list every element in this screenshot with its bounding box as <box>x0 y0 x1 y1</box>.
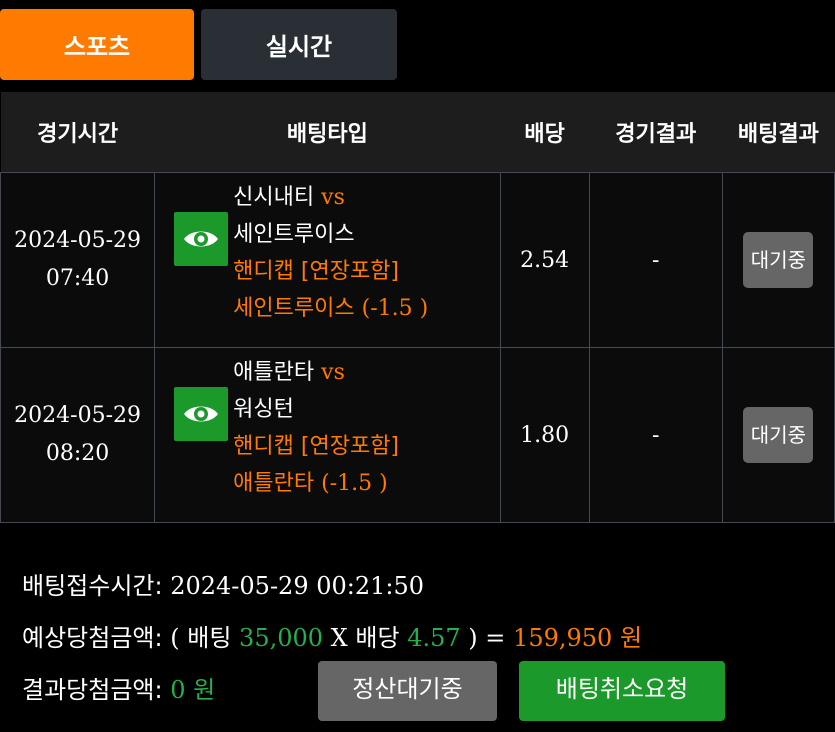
away-team: 워싱턴 <box>233 397 294 422</box>
expected-won: 원 <box>619 624 643 652</box>
result-won: 원 <box>193 676 216 704</box>
total-odds: 4.57 <box>407 624 461 652</box>
pick-line: (-1.5 ) <box>321 471 388 496</box>
pick-line: (-1.5 ) <box>361 296 429 321</box>
tab-bar: 스포츠 실시간 <box>0 0 835 92</box>
bet-type-label: 핸디캡 [연장포함] <box>233 434 400 459</box>
bet-word: 배팅 <box>187 624 232 652</box>
close-equals: ) = <box>468 624 506 652</box>
header-match-time: 경기시간 <box>0 92 155 173</box>
result-label: 결과당첨금액: <box>22 676 163 704</box>
vs-label: vs <box>321 360 345 385</box>
bet-result-cell: 대기중 <box>721 347 835 523</box>
match-date: 2024-05-29 <box>14 403 141 428</box>
bet-type-lines: 애틀란타 vs 워싱턴 핸디캡 [연장포함] 애틀란타 (-1.5 ) <box>233 354 399 502</box>
match-time: 08:20 <box>45 441 110 466</box>
expected-label: 예상당첨금액: <box>22 624 163 652</box>
settle-pending-button[interactable]: 정산대기중 <box>318 661 497 721</box>
bet-table: 경기시간 배팅타입 배당 경기결과 배팅결과 2024-05-29 07:40 <box>0 92 835 523</box>
game-result-cell: - <box>588 172 723 348</box>
header-bet-type: 배팅타입 <box>154 92 501 173</box>
bet-type-lines: 신시내티 vs 세인트루이스 핸디캡 [연장포함] 세인트루이스 (-1.5 ) <box>233 179 428 327</box>
expected-win-line: 예상당첨금액: ( 배팅 35,000 X 배당 4.57 ) = 159,95… <box>22 612 642 664</box>
eye-icon <box>184 231 219 247</box>
bet-amount: 35,000 <box>239 624 324 652</box>
header-bet-result: 배팅결과 <box>722 92 835 173</box>
table-row: 2024-05-29 07:40 신시내티 vs 세인트루이스 핸디캡 [연장포… <box>0 172 835 348</box>
bet-type-cell: 신시내티 vs 세인트루이스 핸디캡 [연장포함] 세인트루이스 (-1.5 ) <box>154 172 501 348</box>
expected-amount: 159,950 <box>513 624 613 652</box>
match-date: 2024-05-29 <box>14 228 141 253</box>
game-result-cell: - <box>588 347 723 523</box>
odds-cell: 2.54 <box>499 172 590 348</box>
bet-type-label: 핸디캡 [연장포함] <box>233 259 400 284</box>
odds-cell: 1.80 <box>499 347 590 523</box>
eye-icon <box>184 406 219 422</box>
received-time-line: 배팅접수시간: 2024-05-29 00:21:50 <box>22 560 642 612</box>
header-odds: 배당 <box>500 92 590 173</box>
match-time-cell: 2024-05-29 08:20 <box>0 347 156 523</box>
view-detail-button[interactable] <box>174 387 229 441</box>
cancel-bet-button[interactable]: 배팅취소요청 <box>519 661 725 721</box>
header-game-result: 경기결과 <box>589 92 723 173</box>
home-team: 애틀란타 <box>233 360 315 385</box>
bet-type-cell: 애틀란타 vs 워싱턴 핸디캡 [연장포함] 애틀란타 (-1.5 ) <box>154 347 501 523</box>
bet-result-cell: 대기중 <box>721 172 835 348</box>
received-label: 배팅접수시간: <box>22 572 163 600</box>
open-paren: ( <box>170 624 180 652</box>
view-detail-button[interactable] <box>174 212 229 266</box>
result-amount: 0 <box>170 676 186 704</box>
away-team: 세인트루이스 <box>233 222 355 247</box>
vs-label: vs <box>321 185 345 210</box>
pick-team: 애틀란타 <box>233 471 315 496</box>
times-sign: X <box>330 624 348 652</box>
tab-live[interactable]: 실시간 <box>201 9 397 80</box>
odds-word: 배당 <box>355 624 400 652</box>
status-badge[interactable]: 대기중 <box>743 232 814 288</box>
home-team: 신시내티 <box>233 185 315 210</box>
table-header-row: 경기시간 배팅타입 배당 경기결과 배팅결과 <box>0 92 835 173</box>
table-row: 2024-05-29 08:20 애틀란타 vs 워싱턴 핸디캡 [연장포함] … <box>0 347 835 523</box>
tab-sports[interactable]: 스포츠 <box>0 9 194 80</box>
match-time-cell: 2024-05-29 07:40 <box>0 172 156 348</box>
status-badge[interactable]: 대기중 <box>743 407 814 463</box>
match-time: 07:40 <box>45 266 110 291</box>
pick-team: 세인트루이스 <box>233 296 355 321</box>
received-value: 2024-05-29 00:21:50 <box>170 572 425 600</box>
